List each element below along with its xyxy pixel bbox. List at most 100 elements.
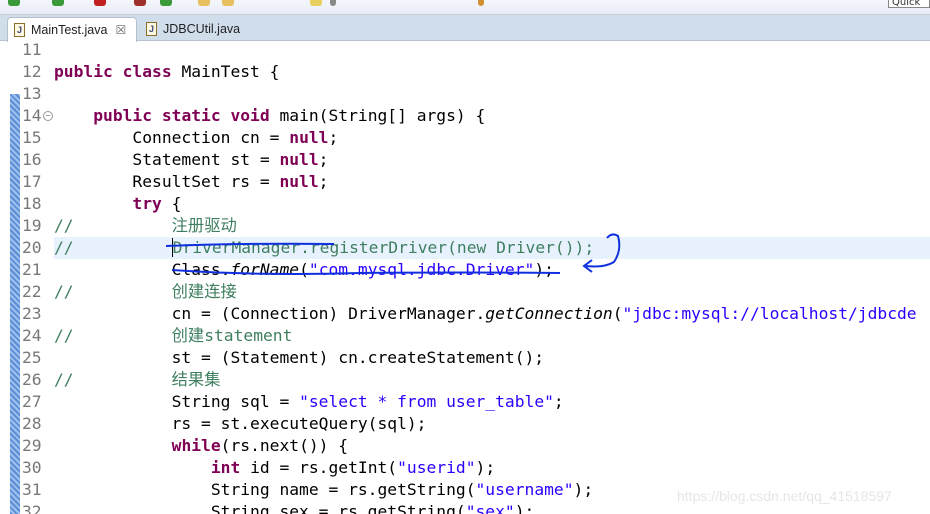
line-number: 15 — [22, 128, 42, 147]
keyword-token: null — [289, 128, 329, 147]
code-token: Statement st = — [54, 150, 280, 169]
code-line-16[interactable]: 16 Statement st = null; — [0, 149, 930, 171]
line-number: 17 — [22, 172, 42, 191]
refresh-icon[interactable] — [160, 0, 172, 6]
line-number: 32 — [22, 502, 42, 514]
code-token: ResultSet rs = — [54, 172, 280, 191]
code-line-27[interactable]: 27 String sql = "select * from user_tabl… — [0, 391, 930, 413]
tab-maintest[interactable]: J MainTest.java ☒ — [7, 17, 137, 42]
comment-token: // 注册驱动 — [54, 216, 237, 235]
code-line-14[interactable]: 14− public static void main(String[] arg… — [0, 105, 930, 127]
comment-token: // 创建statement — [54, 326, 293, 345]
comment-token: // — [54, 238, 172, 257]
line-number: 11 — [22, 41, 42, 59]
code-line-21[interactable]: 21 Class.forName("com.mysql.jdbc.Driver"… — [0, 259, 930, 281]
line-number: 20 — [22, 238, 42, 257]
code-token: String sex = rs.getString( — [54, 502, 466, 514]
code-token: ); — [573, 480, 594, 499]
comment-token: // 结果集 — [54, 370, 221, 389]
keyword-token: try — [132, 194, 162, 213]
line-number: 28 — [22, 414, 42, 433]
new-icon[interactable] — [310, 0, 322, 6]
string-token: "com.mysql.jdbc.Driver" — [308, 260, 535, 279]
line-number: 21 — [22, 260, 42, 279]
code-line-28[interactable]: 28 rs = st.executeQuery(sql); — [0, 413, 930, 435]
line-number: 30 — [22, 458, 42, 477]
code-text: Class.forName("com.mysql.jdbc.Driver"); — [54, 259, 930, 281]
code-line-20[interactable]: 20 // DriverManager.registerDriver(new Dr… — [0, 237, 930, 259]
quick-access-input[interactable]: Quick A — [888, 0, 930, 8]
open-folder-icon[interactable] — [198, 0, 210, 6]
code-text: while(rs.next()) { — [54, 435, 930, 457]
code-text: public class MainTest { — [54, 61, 930, 83]
stop-icon[interactable] — [94, 0, 106, 6]
code-token: st = (Statement) cn.createStatement(); — [54, 348, 545, 367]
comment-token: // 创建连接 — [54, 282, 237, 301]
string-token: "select * from user_table" — [299, 392, 554, 411]
line-number: 12 — [22, 62, 42, 81]
edit-icon[interactable] — [222, 0, 234, 6]
code-line-24[interactable]: 24 // 创建statement — [0, 325, 930, 347]
keyword-token: int — [210, 458, 241, 477]
line-number: 31 — [22, 480, 42, 499]
code-line-23[interactable]: 23 cn = (Connection) DriverManager.getCo… — [0, 303, 930, 325]
code-line-11[interactable]: 11 — [0, 41, 930, 61]
line-number: 18 — [22, 194, 42, 213]
save-icon[interactable] — [134, 0, 146, 6]
code-line-17[interactable]: 17 ResultSet rs = null; — [0, 171, 930, 193]
fold-toggle-icon[interactable]: − — [43, 111, 53, 121]
code-line-26[interactable]: 26 // 结果集 — [0, 369, 930, 391]
code-token: getConnection — [485, 304, 613, 323]
code-line-29[interactable]: 29 while(rs.next()) { — [0, 435, 930, 457]
editor-tab-bar: J MainTest.java ☒ J JDBCUtil.java — [0, 15, 930, 42]
code-text: String sql = "select * from user_table"; — [54, 391, 930, 413]
code-text: st = (Statement) cn.createStatement(); — [54, 347, 930, 369]
line-number: 13 — [22, 84, 42, 103]
code-text: Statement st = null; — [54, 149, 930, 171]
string-token: "username" — [475, 480, 574, 499]
code-line-18[interactable]: 18 try { — [0, 193, 930, 215]
line-number: 16 — [22, 150, 42, 169]
code-line-25[interactable]: 25 st = (Statement) cn.createStatement()… — [0, 347, 930, 369]
code-token: ); — [475, 458, 496, 477]
code-line-22[interactable]: 22 // 创建连接 — [0, 281, 930, 303]
code-token: cn = (Connection) DriverManager. — [54, 304, 486, 323]
line-number: 29 — [22, 436, 42, 455]
code-line-19[interactable]: 19 // 注册驱动 — [0, 215, 930, 237]
line-number: 19 — [22, 216, 42, 235]
code-editor[interactable]: 11 12 public class MainTest { 13 14− public … — [0, 41, 930, 514]
breakpoint-icon[interactable] — [330, 0, 336, 6]
code-text: rs = st.executeQuery(sql); — [54, 413, 930, 435]
code-token: Connection cn = — [54, 128, 290, 147]
main-toolbar: Quick A — [0, 0, 930, 15]
run-icon[interactable] — [8, 0, 20, 6]
code-text: public static void main(String[] args) { — [54, 105, 930, 127]
string-token: "userid" — [397, 458, 476, 477]
code-line-12[interactable]: 12 public class MainTest { — [0, 61, 930, 83]
code-text: // 创建statement — [54, 325, 930, 347]
code-text: // 创建连接 — [54, 281, 930, 303]
watermark: https://blog.csdn.net/qq_41518597 — [677, 488, 892, 504]
keyword-token: null — [279, 172, 319, 191]
tab-jdbcutil[interactable]: J JDBCUtil.java — [140, 17, 260, 40]
line-number: 22 — [22, 282, 42, 301]
code-token: ; — [328, 128, 339, 147]
debug-icon[interactable] — [52, 0, 64, 6]
code-token: rs = st.executeQuery(sql); — [54, 414, 427, 433]
line-number: 24 — [22, 326, 42, 345]
code-line-15[interactable]: 15 Connection cn = null; — [0, 127, 930, 149]
code-line-13[interactable]: 13 — [0, 83, 930, 105]
code-line-30[interactable]: 30 int id = rs.getInt("userid"); — [0, 457, 930, 479]
close-icon[interactable]: ☒ — [115, 23, 126, 37]
tab-label: JDBCUtil.java — [163, 21, 241, 36]
back-icon[interactable] — [478, 0, 484, 6]
keyword-token: public class — [54, 62, 182, 81]
line-number: 25 — [22, 348, 42, 367]
string-token: "jdbc:mysql://localhost/jdbcde — [622, 304, 917, 323]
line-number: 26 — [22, 370, 42, 389]
code-token: id = rs.getInt( — [240, 458, 398, 477]
code-token: ; — [318, 172, 329, 191]
code-text: // DriverManager.registerDriver(new Driv… — [54, 237, 930, 259]
